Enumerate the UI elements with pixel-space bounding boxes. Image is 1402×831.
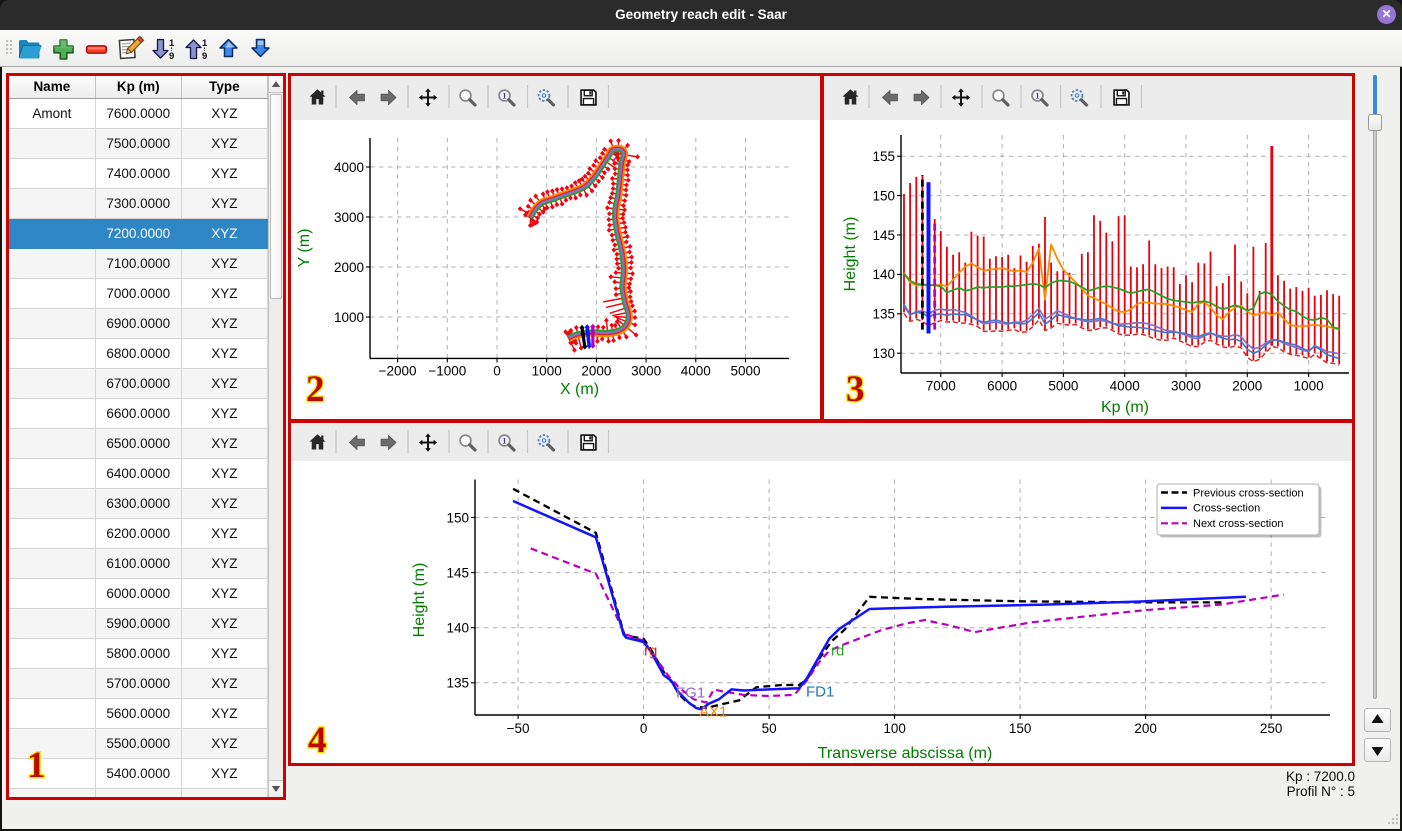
svg-text:Height (m): Height (m) (842, 217, 859, 292)
svg-text:rg: rg (644, 643, 657, 660)
svg-text:4000: 4000 (334, 160, 364, 175)
svg-text:2000: 2000 (581, 364, 611, 379)
svg-text:Cross-section: Cross-section (1193, 503, 1260, 515)
svg-text:rd: rd (831, 643, 844, 660)
svg-text:100: 100 (883, 721, 906, 736)
svg-text:135: 135 (872, 307, 895, 322)
svg-text:FG1: FG1 (676, 685, 705, 702)
svg-text:1: 1 (202, 38, 208, 49)
svg-text:2000: 2000 (334, 260, 364, 275)
svg-text:2000: 2000 (1232, 379, 1262, 394)
svg-text:Y (m): Y (m) (296, 229, 313, 268)
svg-text:0: 0 (640, 721, 648, 736)
svg-text:155: 155 (872, 149, 895, 164)
svg-text:6000: 6000 (987, 379, 1017, 394)
svg-text:4000: 4000 (1110, 379, 1140, 394)
svg-text:Previous cross-section: Previous cross-section (1193, 487, 1304, 499)
svg-text:140: 140 (446, 621, 469, 636)
svg-text:150: 150 (872, 188, 895, 203)
svg-text:130: 130 (872, 346, 895, 361)
svg-text:Transverse abscissa (m): Transverse abscissa (m) (818, 745, 993, 762)
svg-text:X (m): X (m) (560, 381, 599, 398)
svg-text:140: 140 (872, 267, 895, 282)
svg-text:1000: 1000 (1294, 379, 1324, 394)
svg-text:0: 0 (493, 364, 501, 379)
svg-text:Kp (m): Kp (m) (1101, 399, 1149, 416)
svg-text:145: 145 (872, 228, 895, 243)
svg-text:7000: 7000 (926, 379, 956, 394)
svg-text:145: 145 (446, 565, 469, 580)
svg-text:150: 150 (446, 510, 469, 525)
svg-text:1000: 1000 (532, 364, 562, 379)
svg-text:3000: 3000 (631, 364, 661, 379)
svg-text:5000: 5000 (730, 364, 760, 379)
svg-text:200: 200 (1134, 721, 1157, 736)
svg-text:9: 9 (202, 51, 207, 62)
svg-text:9: 9 (169, 51, 174, 62)
svg-text:150: 150 (1009, 721, 1032, 736)
svg-text:−50: −50 (507, 721, 530, 736)
svg-text:250: 250 (1260, 721, 1283, 736)
svg-text:3000: 3000 (1171, 379, 1201, 394)
svg-text:−1000: −1000 (428, 364, 466, 379)
svg-text:3000: 3000 (334, 210, 364, 225)
svg-text:Next cross-section: Next cross-section (1193, 518, 1283, 530)
svg-text:135: 135 (446, 676, 469, 691)
svg-text:5000: 5000 (1048, 379, 1078, 394)
svg-text:AX1: AX1 (699, 704, 727, 721)
svg-text:1: 1 (169, 38, 175, 49)
svg-text:FD1: FD1 (806, 684, 834, 701)
svg-text:1000: 1000 (334, 310, 364, 325)
svg-text:Height (m): Height (m) (411, 563, 428, 638)
svg-text:4000: 4000 (681, 364, 711, 379)
svg-text:50: 50 (762, 721, 777, 736)
svg-text:−2000: −2000 (379, 364, 417, 379)
